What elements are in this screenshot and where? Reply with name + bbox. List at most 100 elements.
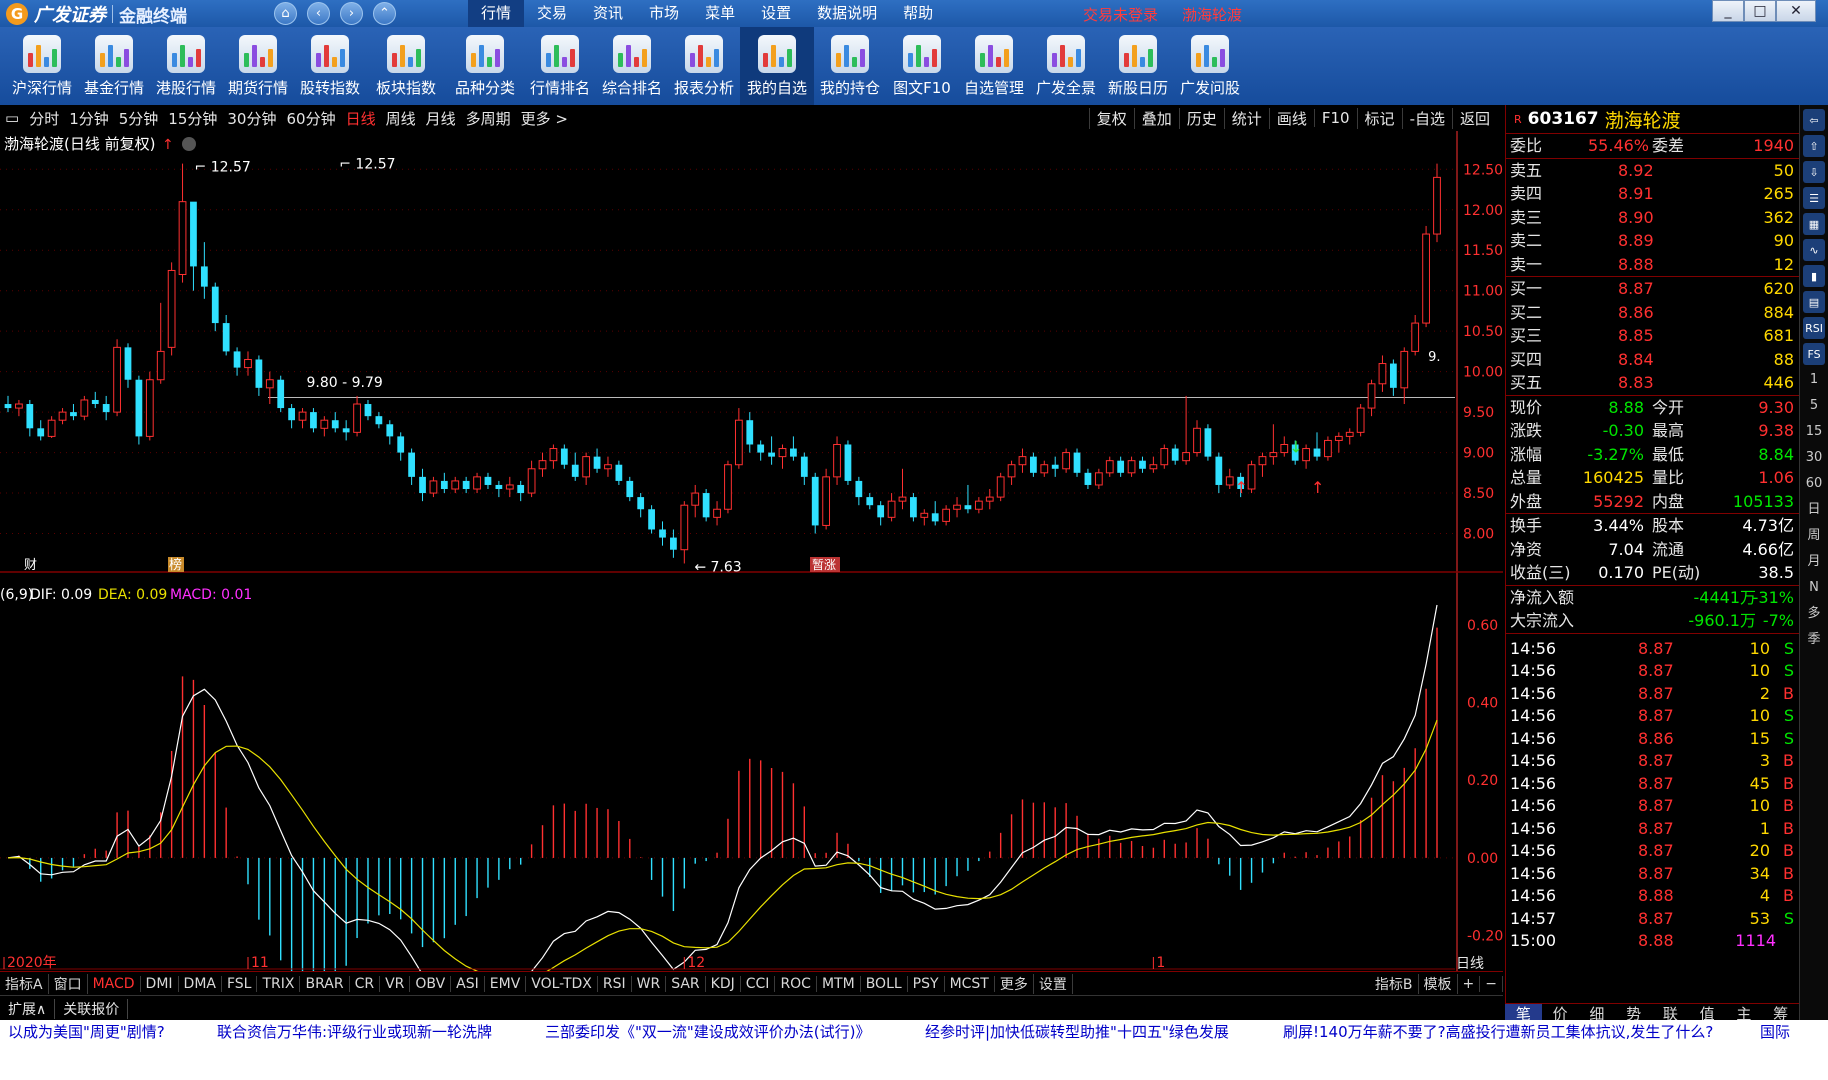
forward-icon[interactable]: › [340,2,363,25]
sidebar-item-0[interactable]: RSI [1803,317,1825,339]
indicator-right-2[interactable]: + [1458,976,1481,992]
chart-tool-1[interactable]: 叠加 [1133,107,1179,129]
indicator-right-3[interactable]: − [1480,976,1503,992]
indicator-tab-16[interactable]: SAR [666,976,706,992]
news-ticker[interactable]: 以成为美国"周更"剧情? 联合资信万华伟:评级行业或现新一轮洗牌 三部委印发《"双一… [0,1020,1828,1041]
maximize-button[interactable]: □ [1744,0,1776,22]
indicator-tab-2[interactable]: MACD [88,976,141,992]
toolbar-5[interactable]: 板块指数 [366,27,446,105]
period-tab-8[interactable]: 月线 [421,108,461,129]
menu-item-1[interactable]: 交易 [524,0,580,27]
toolbar-11[interactable]: 我的持仓 [814,27,886,105]
indicator-tab-11[interactable]: ASI [451,976,485,992]
trade-login-status[interactable]: 交易未登录 [1083,4,1158,25]
indicator-tab-24[interactable]: 更多 [995,974,1034,994]
indicator-tab-25[interactable]: 设置 [1034,974,1073,994]
menu-item-3[interactable]: 市场 [636,0,692,27]
sidebar-item-4[interactable]: 15 [1806,421,1823,443]
list-icon[interactable]: ☰ [1803,187,1825,209]
toolbar-12[interactable]: 图文F10 [886,27,958,105]
sidebar-item-12[interactable]: 季 [1807,629,1820,651]
sidebar-item-11[interactable]: 多 [1807,603,1820,625]
chart-tool-2[interactable]: 历史 [1178,107,1224,129]
home-icon[interactable]: ⌂ [274,2,297,25]
indicator-tab-10[interactable]: OBV [410,976,452,992]
sidebar-item-6[interactable]: 60 [1806,473,1823,495]
indicator-tab-3[interactable]: DMI [141,976,179,992]
indicator-tab-7[interactable]: BRAR [300,976,350,992]
chart-panel-toggle-icon[interactable]: ▭ [0,109,24,127]
chart-tool-7[interactable]: -自选 [1401,107,1452,129]
indicator-tab-13[interactable]: VOL-TDX [526,976,598,992]
menu-item-0[interactable]: 行情 [468,0,525,27]
indicator-tab-8[interactable]: CR [350,976,381,992]
toolbar-7[interactable]: 行情排名 [524,27,596,105]
indicator-tab-14[interactable]: RSI [598,976,632,992]
close-button[interactable]: ✕ [1776,0,1816,22]
toolbar-10[interactable]: 我的自选 [740,27,814,105]
indicator-tab-5[interactable]: FSL [222,976,258,992]
period-tab-3[interactable]: 15分钟 [163,108,222,129]
chart-tool-6[interactable]: 标记 [1356,107,1402,129]
indicator-right-0[interactable]: 指标B [1370,974,1419,994]
chart-tool-8[interactable]: 返回 [1451,107,1497,129]
toolbar-1[interactable]: 基金行情 [78,27,150,105]
period-tab-4[interactable]: 30分钟 [222,108,281,129]
news-item-5[interactable]: 国际 [1760,1021,1790,1041]
period-tab-2[interactable]: 5分钟 [114,108,164,129]
indicator-tab-19[interactable]: ROC [775,976,817,992]
indicator-tab-21[interactable]: BOLL [861,976,908,992]
period-tab-7[interactable]: 周线 [381,108,421,129]
menu-item-2[interactable]: 资讯 [580,0,636,27]
toolbar-3[interactable]: 期货行情 [222,27,294,105]
toolbar-0[interactable]: 沪深行情 [6,27,78,105]
sidebar-item-9[interactable]: 月 [1807,551,1820,573]
period-tab-6[interactable]: 日线 [341,108,381,129]
back-icon[interactable]: ‹ [307,2,330,25]
news-item-4[interactable]: 刷屏!140万年薪不要了?高盛投行遭新员工集体抗议,发生了什么? [1283,1021,1713,1041]
tick-list[interactable]: 14:56 8.87 10 S 14:56 8.87 10 S 14:56 8.87 2 B 14:56… [1506,634,1800,953]
line-chart-icon[interactable]: ∿ [1803,239,1825,261]
table-icon[interactable]: ▦ [1803,213,1825,235]
left-arrow-icon[interactable]: ⇦ [1803,109,1825,131]
sidebar-item-7[interactable]: 日 [1807,499,1820,521]
indicator-tab-15[interactable]: WR [632,976,667,992]
indicator-tab-17[interactable]: KDJ [706,976,741,992]
indicator-tab-9[interactable]: VR [380,976,411,992]
bottom-tab-1[interactable]: 关联报价 [55,998,129,1019]
sidebar-item-1[interactable]: FS [1803,343,1825,365]
indicator-tab-1[interactable]: 窗口 [49,974,88,994]
indicator-tab-18[interactable]: CCI [741,976,776,992]
toolbar-2[interactable]: 港股行情 [150,27,222,105]
grid-icon[interactable]: ▤ [1803,291,1825,313]
indicator-tab-6[interactable]: TRIX [257,976,301,992]
toolbar-13[interactable]: 自选管理 [958,27,1030,105]
collapse-icon[interactable]: ⌃ [373,2,396,25]
sidebar-item-3[interactable]: 5 [1810,395,1818,417]
sidebar-item-2[interactable]: 1 [1810,369,1818,391]
menu-item-5[interactable]: 设置 [748,0,804,27]
bar-chart-icon[interactable]: ▮ [1803,265,1825,287]
indicator-tab-22[interactable]: PSY [908,976,945,992]
toolbar-9[interactable]: 报表分析 [668,27,740,105]
toolbar-6[interactable]: 品种分类 [446,27,524,105]
menu-item-7[interactable]: 帮助 [890,0,946,27]
chart-tool-3[interactable]: 统计 [1223,107,1269,129]
period-tab-5[interactable]: 60分钟 [281,108,340,129]
sidebar-item-5[interactable]: 30 [1806,447,1823,469]
kline-chart[interactable]: 渤海轮渡(日线 前复权) ↑12.5012.0011.5011.0010.5010… [0,131,1503,971]
indicator-tab-4[interactable]: DMA [179,976,222,992]
chart-tool-0[interactable]: 复权 [1088,107,1134,129]
news-item-2[interactable]: 三部委印发《"双一流"建设成效评价办法(试行)》 [545,1021,871,1041]
indicator-tab-12[interactable]: EMV [485,976,527,992]
indicator-right-1[interactable]: 模板 [1419,974,1458,994]
toolbar-4[interactable]: 股转指数 [294,27,366,105]
period-tab-1[interactable]: 1分钟 [64,108,114,129]
down-arrow-icon[interactable]: ⇩ [1803,161,1825,183]
period-tab-0[interactable]: 分时 [24,108,64,129]
indicator-tab-0[interactable]: 指标A [0,974,49,994]
bottom-tab-0[interactable]: 扩展∧ [0,998,56,1019]
chart-tool-5[interactable]: F10 [1313,109,1357,127]
news-item-3[interactable]: 经参时评|加快低碳转型助推"十四五"绿色发展 [925,1021,1229,1041]
indicator-tab-20[interactable]: MTM [817,976,861,992]
